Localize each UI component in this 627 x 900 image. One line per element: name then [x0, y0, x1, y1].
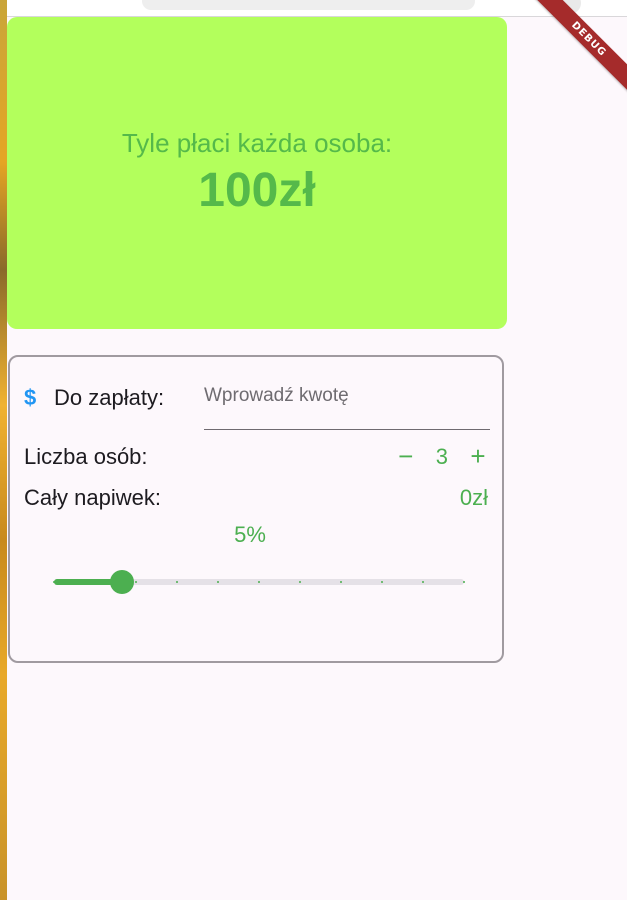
browser-top-bar	[7, 0, 627, 17]
background-image-strip	[0, 0, 7, 900]
per-person-amount: 100zł	[198, 164, 316, 217]
decrement-button[interactable]: −	[396, 441, 416, 472]
per-person-caption: Tyle płaci każda osoba:	[121, 128, 393, 158]
people-label: Liczba osób:	[24, 443, 148, 469]
slider-tick	[135, 581, 137, 583]
per-person-result-card: Tyle płaci każda osoba: 100zł	[7, 17, 507, 329]
slider-tick	[422, 581, 424, 583]
people-row: Liczba osób: − 3 +	[24, 441, 488, 472]
slider-tick	[53, 581, 55, 583]
people-count: 3	[435, 443, 448, 469]
address-bar[interactable]	[142, 0, 475, 10]
slider-tick	[94, 581, 96, 583]
bill-label: Do zapłaty:	[54, 385, 165, 410]
tip-percent-label: 5%	[234, 522, 266, 547]
dollar-icon: $	[24, 385, 37, 410]
bill-input-wrapper	[204, 381, 490, 430]
slider-tick	[463, 581, 465, 583]
tip-label: Cały napiwek:	[24, 485, 161, 510]
people-stepper: − 3 +	[396, 441, 488, 472]
slider-thumb[interactable]	[110, 570, 135, 594]
slider-tick	[217, 581, 219, 583]
increment-button[interactable]: +	[468, 441, 488, 472]
slider-tick	[176, 581, 178, 583]
tip-amount: 0zł	[459, 485, 488, 510]
tip-percent-slider[interactable]	[52, 569, 465, 594]
slider-tick	[381, 581, 383, 583]
slider-tick	[340, 581, 342, 583]
slider-tick	[299, 581, 301, 583]
bill-amount-input[interactable]	[204, 381, 490, 411]
tip-row: Cały napiwek: 0zł	[24, 485, 488, 511]
input-panel: $ Do zapłaty: Liczba osób: − 3 + Cały na…	[8, 355, 504, 663]
slider-tick	[258, 581, 260, 583]
